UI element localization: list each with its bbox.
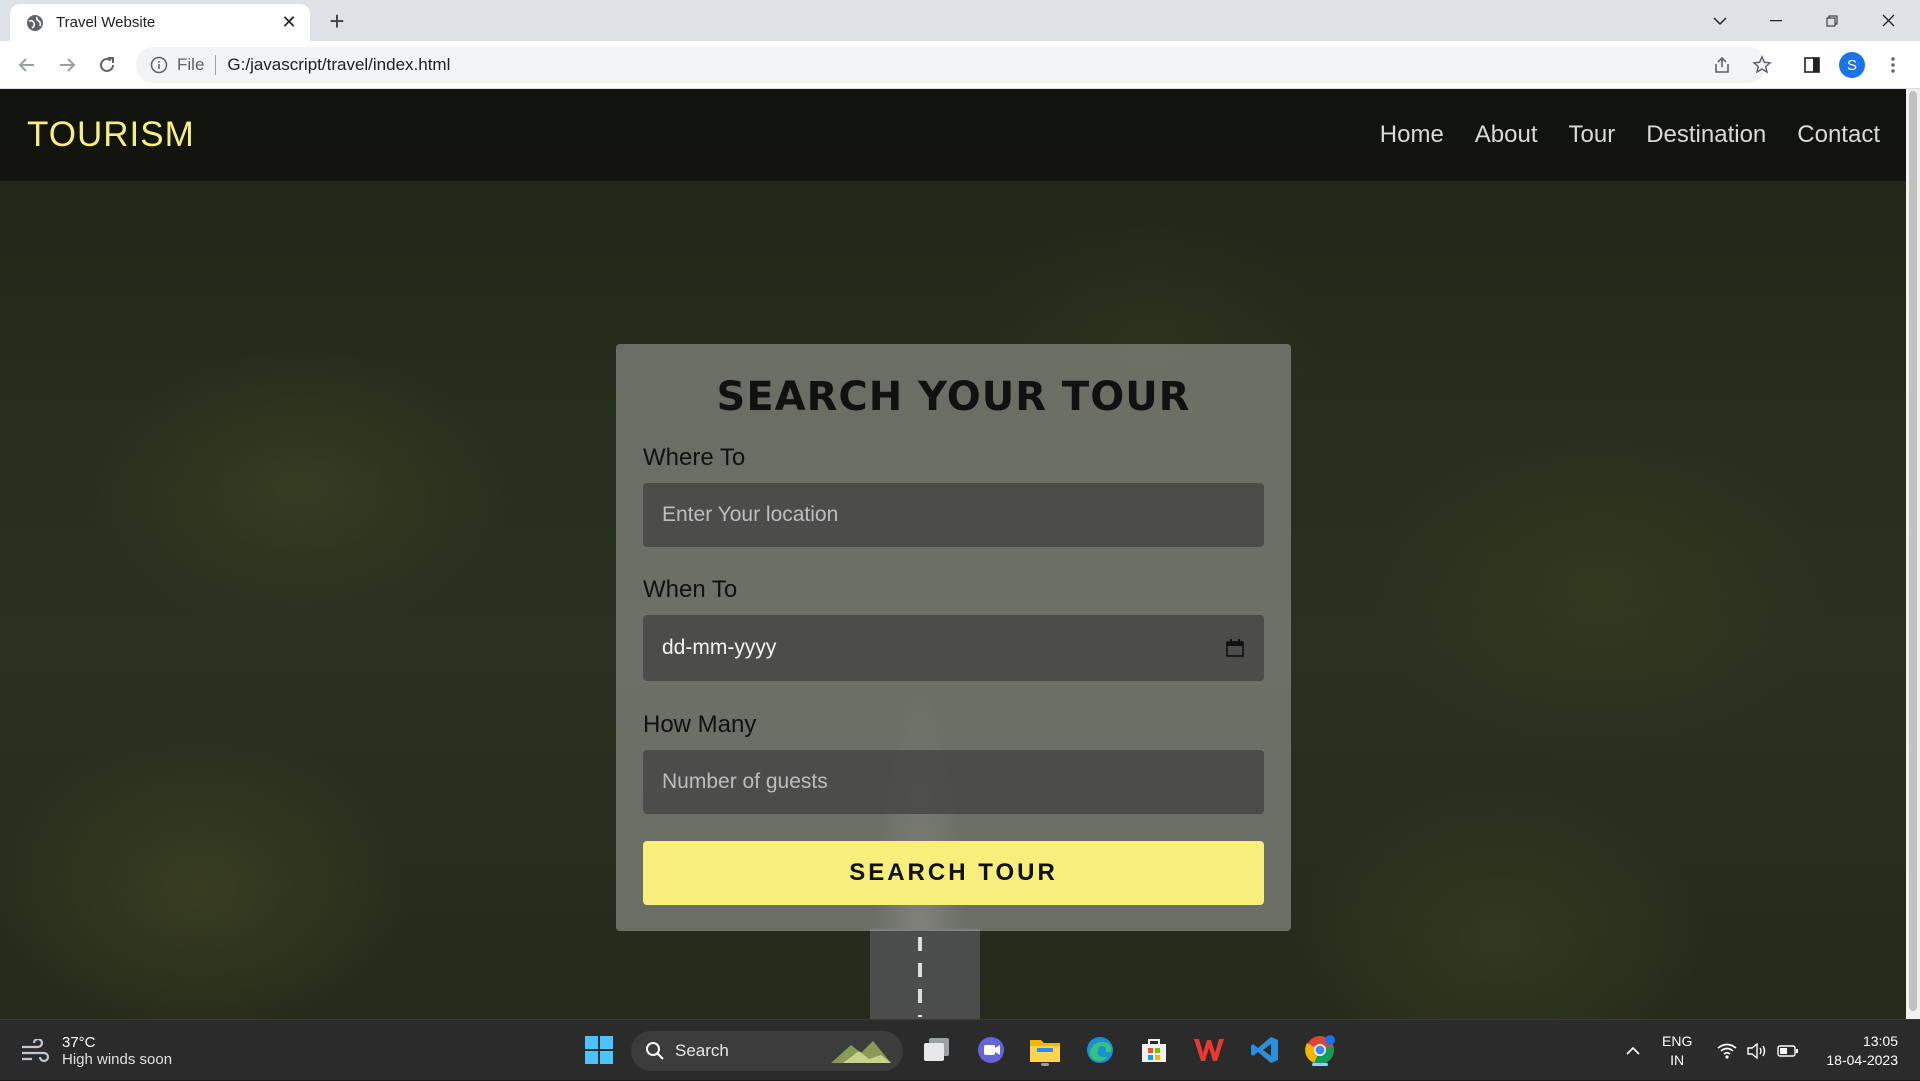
nav-link-contact[interactable]: Contact: [1797, 121, 1880, 149]
where-to-label: Where To: [643, 444, 746, 471]
when-to-label: When To: [643, 576, 738, 603]
site-header: TOURISM Home About Tour Destination Cont…: [0, 89, 1906, 181]
clock-time: 13:05: [1862, 1033, 1898, 1049]
side-panel-icon[interactable]: [1797, 50, 1827, 80]
nav-link-about[interactable]: About: [1475, 121, 1538, 149]
menu-dots-icon[interactable]: [1878, 50, 1908, 80]
teams-chat-icon[interactable]: [971, 1030, 1011, 1070]
clock-date: 18-04-2023: [1826, 1052, 1898, 1068]
date-value: dd-mm-yyyy: [662, 636, 777, 659]
url-divider: [215, 55, 217, 75]
weather-condition: High winds soon: [62, 1051, 173, 1068]
language-indicator[interactable]: ENG IN: [1662, 1032, 1692, 1070]
browser-tab[interactable]: Travel Website ✕: [10, 4, 310, 41]
windows-start-icon[interactable]: [579, 1030, 619, 1070]
edge-browser-icon[interactable]: [1080, 1030, 1120, 1070]
task-view-icon[interactable]: [917, 1030, 957, 1070]
explorer-running-indicator: [1041, 1063, 1049, 1066]
close-tab-icon[interactable]: ✕: [278, 12, 300, 34]
site-logo[interactable]: TOURISM: [27, 115, 195, 155]
back-button[interactable]: [12, 50, 42, 80]
restore-button[interactable]: [1804, 0, 1860, 41]
reload-button[interactable]: [92, 50, 122, 80]
how-many-label: How Many: [643, 711, 757, 738]
guests-input[interactable]: Number of guests: [643, 750, 1264, 814]
location-input[interactable]: Enter Your location: [643, 483, 1264, 547]
calendar-icon[interactable]: [1225, 638, 1245, 658]
language-code: ENG: [1662, 1033, 1693, 1049]
tab-search-icon[interactable]: [1692, 0, 1748, 41]
url-text[interactable]: G:/javascript/travel/index.html: [227, 55, 450, 75]
chrome-active-indicator: [1312, 1063, 1328, 1066]
address-bar[interactable]: File G:/javascript/travel/index.html: [136, 47, 1766, 83]
region-code: IN: [1670, 1052, 1685, 1068]
tab-title: Travel Website: [56, 14, 156, 31]
browser-tabstrip: Travel Website ✕ +: [0, 0, 1920, 41]
location-placeholder: Enter Your location: [662, 503, 839, 526]
page-viewport: TOURISM Home About Tour Destination Cont…: [0, 89, 1906, 1019]
weather-widget[interactable]: 37°C High winds soon: [20, 1034, 172, 1068]
page-scrollbar[interactable]: [1906, 89, 1920, 1019]
globe-icon: [27, 14, 43, 31]
taskbar-search-label: Search: [675, 1041, 729, 1060]
weather-temp: 37°C: [62, 1034, 96, 1051]
taskbar-search-box[interactable]: Search: [631, 1031, 903, 1071]
wps-office-icon[interactable]: [1189, 1030, 1229, 1070]
search-title: SEARCH YOUR TOUR: [716, 374, 1191, 420]
windows-taskbar: 37°C High winds soon Search ENG IN 13:05…: [0, 1019, 1920, 1080]
volume-icon[interactable]: [1744, 1020, 1770, 1081]
info-icon[interactable]: [150, 56, 168, 74]
browser-toolbar: File G:/javascript/travel/index.html: [0, 41, 1920, 89]
profile-avatar[interactable]: S: [1839, 52, 1865, 78]
new-tab-button[interactable]: +: [320, 6, 354, 36]
minimize-button[interactable]: [1748, 0, 1804, 41]
forward-button[interactable]: [52, 50, 82, 80]
date-input[interactable]: dd-mm-yyyy: [643, 615, 1264, 681]
bookmark-star-icon[interactable]: [1747, 50, 1777, 80]
battery-icon[interactable]: [1774, 1020, 1802, 1081]
main-nav: Home About Tour Destination Contact: [1380, 121, 1880, 149]
system-clock[interactable]: 13:05 18-04-2023: [1810, 1032, 1898, 1070]
wind-icon: [22, 1039, 50, 1063]
show-hidden-icons-chevron[interactable]: [1620, 1020, 1646, 1081]
search-tour-button[interactable]: SEARCH TOUR: [643, 841, 1264, 905]
nav-link-destination[interactable]: Destination: [1646, 121, 1766, 149]
chrome-icon[interactable]: [1300, 1030, 1340, 1070]
close-window-button[interactable]: [1860, 0, 1916, 41]
search-icon: [646, 1042, 664, 1060]
file-explorer-icon[interactable]: [1025, 1030, 1065, 1070]
wifi-icon[interactable]: [1714, 1020, 1740, 1081]
vscode-icon[interactable]: [1245, 1030, 1285, 1070]
microsoft-store-icon[interactable]: [1134, 1030, 1174, 1070]
nav-link-tour[interactable]: Tour: [1569, 121, 1616, 149]
scrollbar-thumb[interactable]: [1909, 91, 1917, 1011]
road-background: [870, 929, 980, 1019]
url-scheme-label: File: [177, 55, 205, 74]
search-tour-card: SEARCH YOUR TOUR Where To Enter Your loc…: [616, 344, 1291, 931]
search-highlight-icon: [831, 1041, 891, 1063]
guests-placeholder: Number of guests: [662, 770, 828, 793]
nav-link-home[interactable]: Home: [1380, 121, 1444, 149]
share-icon[interactable]: [1707, 50, 1737, 80]
